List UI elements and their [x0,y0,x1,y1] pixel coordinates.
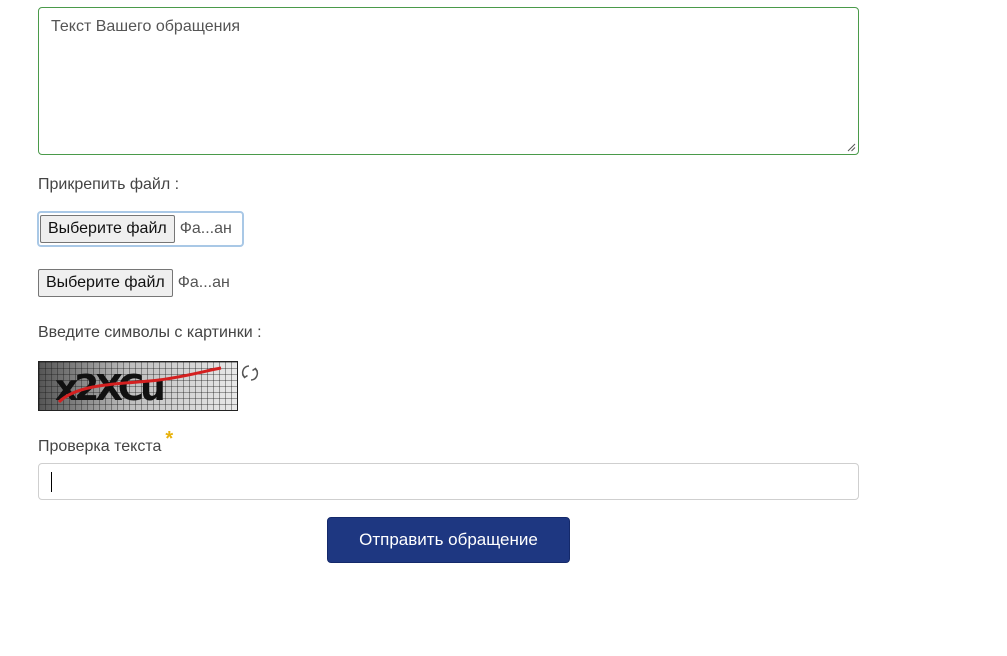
choose-file-button-1[interactable]: Выберите файл [40,215,175,243]
file-input-1[interactable]: Выберите файл Фа...ан [37,211,244,247]
file-status-1: Фа...ан [179,220,232,237]
verification-label-text: Проверка текста [38,438,162,455]
verification-input[interactable] [38,463,859,500]
captcha-image: x2XCu [38,361,238,411]
message-placeholder: Текст Вашего обращения [51,18,241,35]
verification-label: Проверка текста * [38,428,173,457]
text-caret [51,472,52,492]
file-status-2: Фа...ан [177,274,230,291]
choose-file-button-2[interactable]: Выберите файл [38,269,173,297]
file-input-2[interactable]: Выберите файл Фа...ан [38,265,244,301]
required-star: * [165,428,174,450]
captcha-text: x2XCu [55,368,163,409]
attach-file-label: Прикрепить файл : [38,176,180,193]
message-textarea[interactable]: Текст Вашего обращения [38,7,859,155]
refresh-icon[interactable] [240,363,260,383]
captcha-label: Введите символы с картинки : [38,324,262,341]
resize-grip-icon[interactable] [847,143,856,152]
submit-button[interactable]: Отправить обращение [327,517,570,563]
